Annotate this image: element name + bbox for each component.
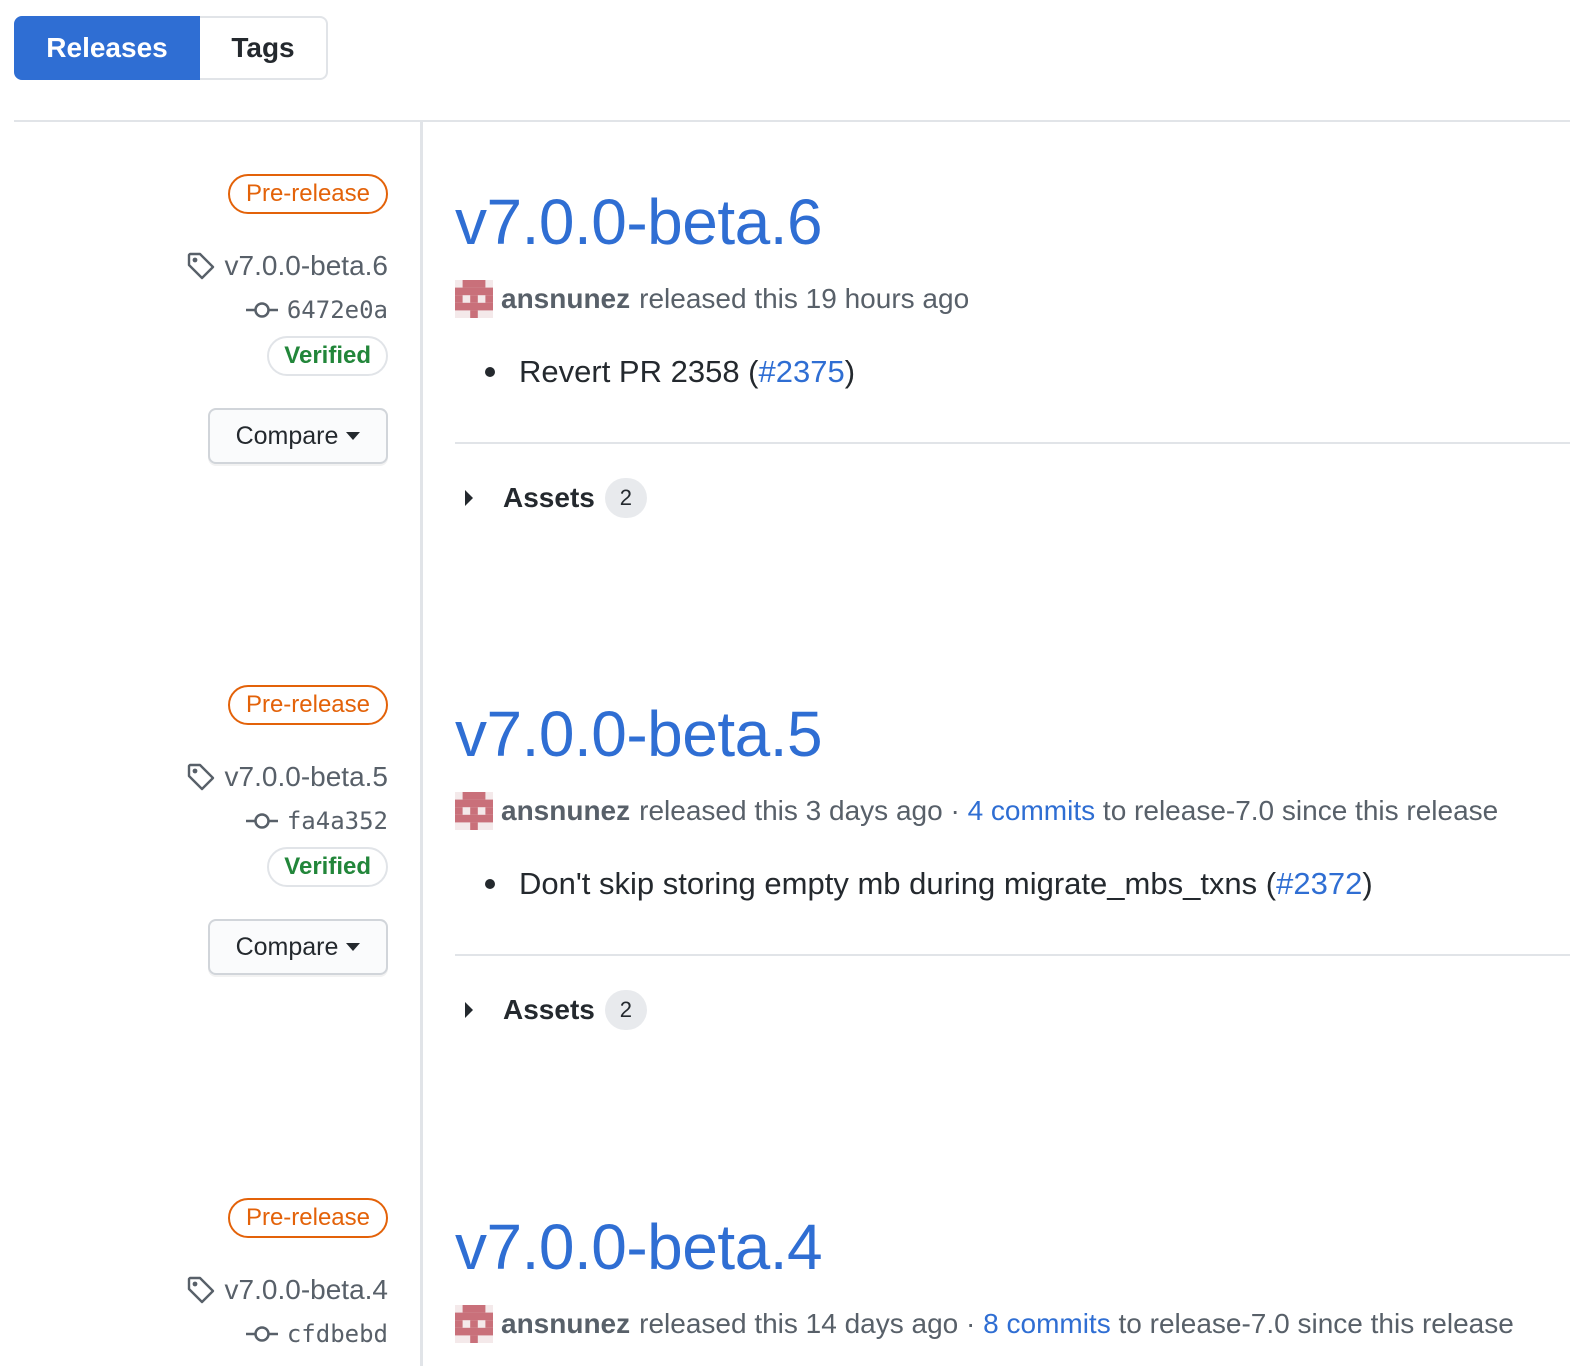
author-link[interactable]: ansnunez: [501, 283, 630, 315]
verified-badge[interactable]: Verified: [267, 847, 388, 887]
commit-sha: fa4a352: [286, 807, 388, 835]
tabs-divider: [14, 120, 1570, 122]
commit-sha: cfdbebd: [286, 1320, 388, 1348]
tab-releases[interactable]: Releases: [14, 16, 200, 80]
avatar[interactable]: [455, 792, 493, 830]
note-text-suffix: ): [1362, 866, 1373, 901]
tag-name: v7.0.0-beta.6: [224, 250, 388, 281]
pr-link[interactable]: #2372: [1276, 866, 1362, 902]
verified-badge[interactable]: Verified: [267, 336, 388, 376]
tag-link[interactable]: v7.0.0-beta.6: [185, 250, 388, 282]
commit-link[interactable]: fa4a352: [245, 807, 388, 835]
author-link[interactable]: ansnunez: [501, 1308, 630, 1340]
note-item: Revert PR 2358 (#2375): [485, 354, 1570, 390]
commits-link[interactable]: 4 commits: [968, 795, 1096, 827]
note-item: Don't skip storing empty mb during migra…: [485, 866, 1570, 902]
release-title-link[interactable]: v7.0.0-beta.5: [455, 702, 1570, 766]
release-divider: [455, 442, 1570, 444]
triangle-right-icon: [465, 490, 473, 506]
commit-sha: 6472e0a: [286, 296, 388, 324]
release-divider: [455, 954, 1570, 956]
release-title-link[interactable]: v7.0.0-beta.6: [455, 190, 1570, 254]
prerelease-badge: Pre-release: [227, 685, 388, 725]
release-notes: Revert PR 2358 (#2375): [455, 354, 1570, 390]
tag-name: v7.0.0-beta.4: [224, 1274, 388, 1305]
releases-tags-tabnav: Releases Tags: [14, 16, 328, 80]
prerelease-badge: Pre-release: [227, 174, 388, 214]
bullet: [485, 367, 495, 377]
caret-down-icon: [346, 432, 361, 440]
note-text-suffix: ): [844, 354, 856, 389]
commits-link[interactable]: 8 commits: [983, 1308, 1111, 1340]
release-meta-1: Pre-release v7.0.0-beta.6 6472e0a Verifi…: [140, 174, 388, 464]
assets-label: Assets: [503, 994, 595, 1025]
prerelease-badge: Pre-release: [227, 1198, 388, 1238]
assets-toggle[interactable]: Assets 2: [455, 478, 1570, 518]
author-link[interactable]: ansnunez: [501, 795, 630, 827]
assets-count: 2: [604, 478, 647, 518]
release-byline: ansnunez released this 19 hours ago: [455, 280, 1570, 318]
release-time: released this 3 days ago: [639, 795, 943, 826]
caret-down-icon: [346, 943, 361, 951]
pr-link[interactable]: #2375: [759, 354, 845, 390]
byline-separator: ·: [958, 1308, 984, 1339]
tag-link[interactable]: v7.0.0-beta.4: [185, 1274, 388, 1306]
commit-link[interactable]: cfdbebd: [245, 1320, 388, 1348]
tab-tags[interactable]: Tags: [200, 16, 328, 80]
release-byline: ansnunez released this 14 days ago · 8 c…: [455, 1305, 1570, 1343]
commits-suffix: to release-7.0 since this release: [1095, 795, 1499, 826]
triangle-right-icon: [465, 1002, 473, 1018]
compare-button[interactable]: Compare: [208, 408, 388, 464]
release-3: v7.0.0-beta.4 ansnunez released this 14 …: [455, 1215, 1570, 1343]
bullet: [485, 879, 495, 889]
assets-toggle[interactable]: Assets 2: [455, 990, 1570, 1030]
tag-icon: [187, 252, 214, 280]
note-text: Don't skip storing empty mb during migra…: [519, 866, 1277, 901]
tag-icon: [187, 1276, 214, 1304]
release-meta-2: Pre-release v7.0.0-beta.5 fa4a352 Verifi…: [140, 685, 388, 975]
tag-link[interactable]: v7.0.0-beta.5: [185, 761, 388, 793]
compare-label: Compare: [235, 932, 339, 961]
release-meta-3: Pre-release v7.0.0-beta.4 cfdbebd: [140, 1198, 388, 1348]
avatar[interactable]: [455, 280, 493, 318]
release-1: v7.0.0-beta.6 ansnunez released this 19 …: [455, 190, 1570, 518]
release-notes: Don't skip storing empty mb during migra…: [455, 866, 1570, 902]
release-byline: ansnunez released this 3 days ago · 4 co…: [455, 792, 1570, 830]
commit-icon: [245, 1326, 278, 1342]
assets-label: Assets: [503, 482, 595, 513]
commits-suffix: to release-7.0 since this release: [1110, 1308, 1514, 1339]
compare-label: Compare: [235, 421, 339, 450]
avatar[interactable]: [455, 1305, 493, 1343]
release-title-link[interactable]: v7.0.0-beta.4: [455, 1215, 1570, 1279]
assets-count: 2: [604, 990, 647, 1030]
tag-name: v7.0.0-beta.5: [224, 761, 388, 792]
note-text: Revert PR 2358 (: [519, 354, 759, 389]
compare-button[interactable]: Compare: [208, 919, 388, 975]
timeline-line: [420, 121, 423, 1366]
tag-icon: [187, 763, 214, 791]
commit-link[interactable]: 6472e0a: [245, 296, 388, 324]
release-2: v7.0.0-beta.5 ansnunez released this 3 d…: [455, 702, 1570, 1030]
byline-separator: ·: [942, 795, 968, 826]
commit-icon: [245, 813, 278, 829]
commit-icon: [245, 302, 278, 318]
release-time: released this 19 hours ago: [639, 283, 970, 314]
release-time: released this 14 days ago: [639, 1308, 959, 1339]
